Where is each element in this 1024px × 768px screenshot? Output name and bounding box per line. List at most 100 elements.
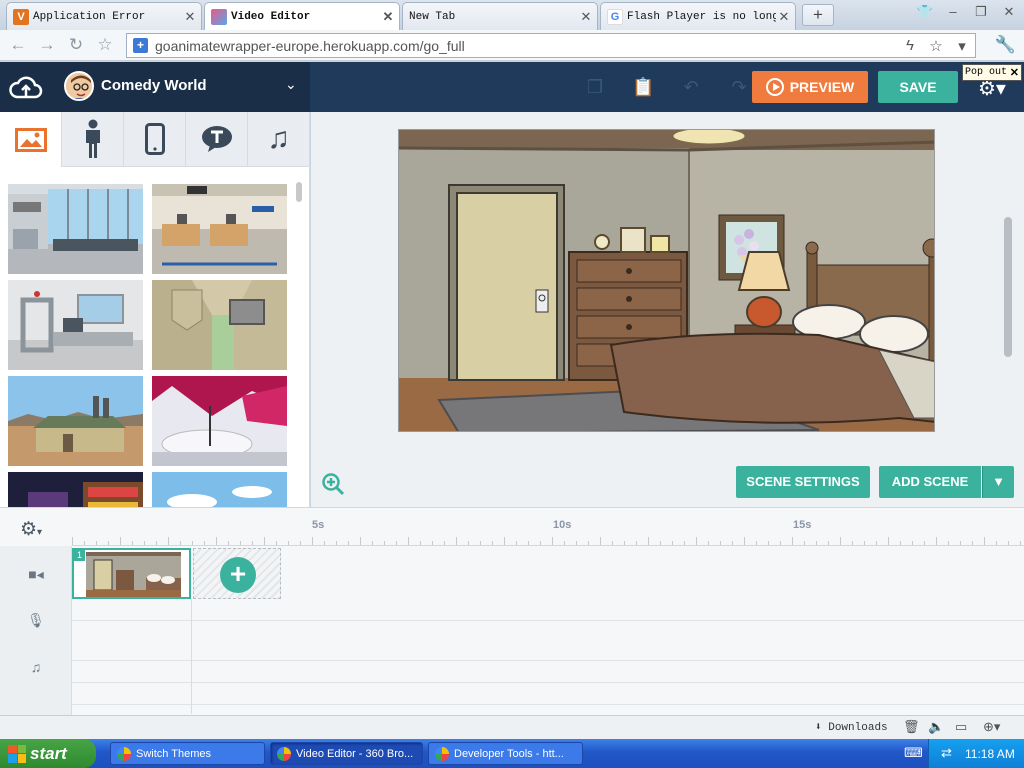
music-track-row-2[interactable] xyxy=(72,683,1024,705)
tab-flash-player[interactable]: G Flash Player is no longer ✕ xyxy=(600,2,796,30)
timeline-settings-gear-icon[interactable]: ⚙▾ xyxy=(20,518,54,540)
ruler-tick xyxy=(648,537,649,545)
favorite-star-icon[interactable]: ☆ xyxy=(95,35,115,55)
ruler-tick xyxy=(336,541,337,545)
background-thumb-stage-spotlight[interactable] xyxy=(152,376,287,466)
address-bar[interactable]: + goanimatewrapper-europe.herokuapp.com/… xyxy=(126,33,976,58)
ruler-tick xyxy=(804,541,805,545)
tab-characters[interactable] xyxy=(62,112,124,167)
tab-sounds[interactable]: ♫ xyxy=(248,112,310,167)
background-thumb-security-gate[interactable] xyxy=(8,280,143,370)
add-scene-slot[interactable]: + xyxy=(193,548,281,599)
copy-icon[interactable]: ❐ xyxy=(584,76,606,98)
background-thumb-checkin-counter[interactable] xyxy=(152,184,287,274)
ruler-tick xyxy=(144,541,145,545)
timeline: ⚙▾ 5s 10s 15s ■◂ 🎙 ♫ 1 + xyxy=(0,507,1024,716)
lightning-icon[interactable]: ϟ xyxy=(897,37,923,54)
tab-new-tab[interactable]: New Tab ✕ xyxy=(402,2,598,30)
voice-track-row-1[interactable] xyxy=(72,599,1024,621)
close-window-icon[interactable]: ✕ xyxy=(998,2,1020,22)
speaker-icon[interactable]: 🔈 xyxy=(928,719,944,735)
tab-video-editor[interactable]: Video Editor ✕ xyxy=(204,2,400,30)
ruler-tick xyxy=(312,537,313,545)
trash-icon[interactable]: 🗑 xyxy=(903,719,920,735)
taskbar-item-switch-themes[interactable]: Switch Themes xyxy=(110,742,265,765)
tab-application-error[interactable]: V Application Error ✕ xyxy=(6,2,202,30)
ruler-tick xyxy=(672,541,673,545)
image-icon xyxy=(14,127,47,152)
ruler-tick xyxy=(552,537,553,545)
address-dropdown-icon[interactable]: ▾ xyxy=(949,37,975,55)
background-thumb-store-shelves[interactable] xyxy=(8,472,143,507)
system-tray: ⇄ 11:18 AM xyxy=(928,739,1024,768)
scene-canvas[interactable] xyxy=(398,129,935,432)
tab-label: New Tab xyxy=(409,10,456,23)
restore-icon[interactable]: ❐ xyxy=(970,2,992,22)
taskbar-item-video-editor[interactable]: Video Editor - 360 Bro... xyxy=(270,742,423,765)
preview-button[interactable]: PREVIEW xyxy=(752,71,868,103)
downloads-button[interactable]: ⬇ Downloads xyxy=(815,720,888,734)
ruler-tick xyxy=(864,541,865,545)
redo-icon[interactable]: ↷ xyxy=(728,76,750,98)
tab-props[interactable] xyxy=(124,112,186,167)
wrench-menu-icon[interactable]: 🔧 xyxy=(995,35,1016,55)
shirt-icon[interactable]: 👕 xyxy=(914,2,936,22)
start-button[interactable]: start xyxy=(0,739,96,768)
zoom-icon[interactable]: ⊕▾ xyxy=(983,719,1000,735)
taskbar-item-developer-tools[interactable]: Developer Tools - htt... xyxy=(428,742,583,765)
reload-icon[interactable]: ↻ xyxy=(66,35,86,55)
star-icon[interactable]: ☆ xyxy=(923,37,949,55)
window-icon[interactable]: ▭ xyxy=(955,719,967,735)
plus-icon[interactable]: + xyxy=(220,557,256,593)
close-icon[interactable]: ✕ xyxy=(182,9,198,25)
ruler-tick xyxy=(360,537,361,545)
ruler-tick xyxy=(816,541,817,545)
ruler-tick xyxy=(636,541,637,545)
forward-icon[interactable]: → xyxy=(37,35,57,55)
tab-text[interactable] xyxy=(186,112,248,167)
theme-name[interactable]: Comedy World xyxy=(101,77,207,94)
ruler-tick xyxy=(96,541,97,545)
background-thumb-tent-interior[interactable] xyxy=(152,280,287,370)
url-text[interactable]: goanimatewrapper-europe.herokuapp.com/go… xyxy=(155,38,897,54)
new-tab-button[interactable]: + xyxy=(802,4,834,26)
close-icon[interactable]: ✕ xyxy=(1010,66,1019,79)
keyboard-icon[interactable]: ⌨ xyxy=(904,745,923,761)
zoom-in-icon[interactable] xyxy=(321,472,345,496)
stage-area: SCENE SETTINGS ADD SCENE ▼ xyxy=(311,112,1024,507)
ruler-tick xyxy=(276,541,277,545)
ruler-tick xyxy=(384,541,385,545)
close-icon[interactable]: ✕ xyxy=(776,9,792,25)
background-thumb-desert-house[interactable] xyxy=(8,376,143,466)
undo-icon[interactable]: ↶ xyxy=(680,76,702,98)
ruler-tick xyxy=(180,541,181,545)
avatar[interactable] xyxy=(64,71,94,101)
cloud-upload-icon[interactable] xyxy=(9,73,43,101)
back-icon[interactable]: ← xyxy=(8,35,28,55)
ruler-tick xyxy=(480,541,481,545)
task-label: Switch Themes xyxy=(136,747,211,760)
paste-icon[interactable]: 📋 xyxy=(632,76,654,98)
voice-track-row-2[interactable] xyxy=(72,621,1024,661)
background-thumb-sky[interactable] xyxy=(152,472,287,507)
scene-clip[interactable]: 1 xyxy=(72,548,191,599)
clock: 11:18 AM xyxy=(965,747,1015,761)
background-thumb-airport-lounge[interactable] xyxy=(8,184,143,274)
stage-scrollbar[interactable] xyxy=(1004,122,1014,492)
ruler-tick xyxy=(744,537,745,545)
timeline-ruler[interactable]: 5s 10s 15s xyxy=(72,508,1024,546)
save-button[interactable]: SAVE xyxy=(878,71,958,103)
asset-scrollbar[interactable] xyxy=(296,180,304,500)
close-icon[interactable]: ✕ xyxy=(380,9,396,25)
minimize-icon[interactable]: – xyxy=(942,2,964,22)
network-icon[interactable]: ⇄ xyxy=(941,745,952,761)
close-icon[interactable]: ✕ xyxy=(578,9,594,25)
navigation-bar: ← → ↻ ☆ + goanimatewrapper-europe.heroku… xyxy=(0,30,1024,61)
pop-out-tooltip[interactable]: Pop out ✕ xyxy=(962,64,1022,81)
music-track-row-1[interactable] xyxy=(72,661,1024,683)
chevron-down-icon[interactable]: ⌄ xyxy=(285,76,297,93)
scene-settings-button[interactable]: SCENE SETTINGS xyxy=(736,466,870,498)
add-scene-button[interactable]: ADD SCENE xyxy=(879,466,981,498)
add-scene-dropdown[interactable]: ▼ xyxy=(982,466,1014,498)
tab-backgrounds[interactable] xyxy=(0,112,62,167)
